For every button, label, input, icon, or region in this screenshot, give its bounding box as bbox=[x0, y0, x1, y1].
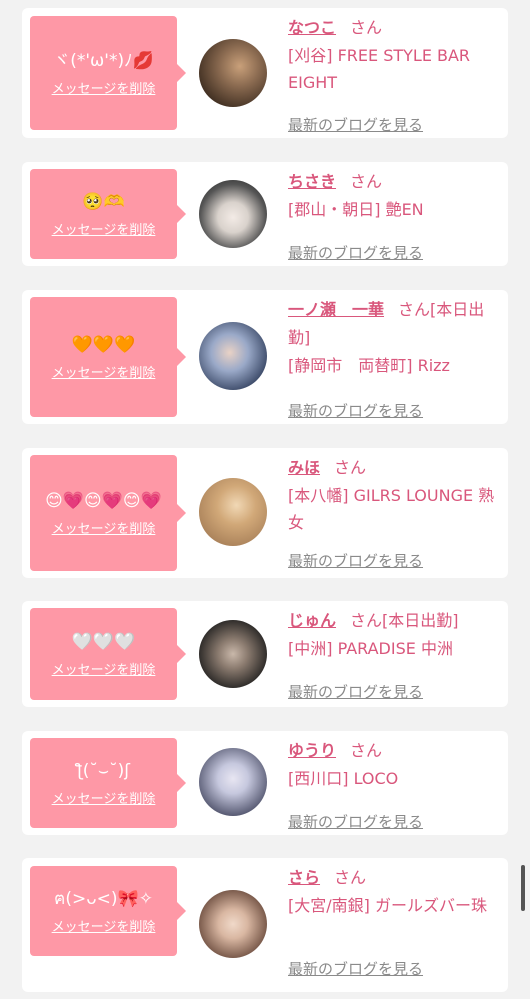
profile-name-link[interactable]: ゆうり bbox=[288, 741, 336, 760]
list-item: 😊💗😊💗😊💗 メッセージを削除 みほ さん [本八幡] GILRS LOUNGE … bbox=[22, 448, 508, 578]
profile-info: ゆうり さん [西川口] LOCO 最新のブログを見る bbox=[288, 737, 500, 832]
latest-blog-link[interactable]: 最新のブログを見る bbox=[288, 958, 423, 979]
shop-label: [静岡市 両替町] Rizz bbox=[288, 356, 450, 375]
avatar[interactable] bbox=[199, 39, 267, 107]
profile-info: なつこ さん [刈谷] FREE STYLE BAR EIGHT 最新のブログを見… bbox=[288, 14, 500, 135]
avatar[interactable] bbox=[199, 748, 267, 816]
profile-name-link[interactable]: 一ノ瀬 一華 bbox=[288, 300, 384, 319]
latest-blog-link[interactable]: 最新のブログを見る bbox=[288, 550, 423, 571]
latest-blog-link[interactable]: 最新のブログを見る bbox=[288, 681, 423, 702]
delete-message-link[interactable]: メッセージを削除 bbox=[52, 518, 156, 537]
profile-info: 一ノ瀬 一華 さん[本日出勤] [静岡市 両替町] Rizz 最新のブログを見る bbox=[288, 296, 500, 420]
message-text: ƪ(˘⌣˘)ʃ bbox=[77, 760, 130, 781]
profile-name-link[interactable]: ちさき bbox=[288, 172, 336, 191]
profile-info: じゅん さん[本日出勤] [中洲] PARADISE 中洲 最新のブログを見る bbox=[288, 607, 500, 703]
shop-label: [郡山・朝日] 艶EN bbox=[288, 200, 424, 219]
shop-label: [本八幡] GILRS LOUNGE 熟女 bbox=[288, 486, 495, 532]
delete-message-link[interactable]: メッセージを削除 bbox=[52, 788, 156, 807]
message-text: 🤍🤍🤍 bbox=[71, 631, 136, 652]
list-item: ƪ(˘⌣˘)ʃ メッセージを削除 ゆうり さん [西川口] LOCO 最新のブログ… bbox=[22, 731, 508, 835]
message-text: ฅ(>ᴗ<)🎀✧ bbox=[54, 888, 153, 909]
honorific-label: さん bbox=[398, 300, 431, 319]
delete-message-link[interactable]: メッセージを削除 bbox=[52, 916, 156, 935]
message-text: 🥺🫶 bbox=[82, 191, 125, 212]
message-bubble: 🥺🫶 メッセージを削除 bbox=[30, 169, 186, 259]
shop-label: [中洲] PARADISE 中洲 bbox=[288, 639, 453, 658]
avatar[interactable] bbox=[199, 478, 267, 546]
shop-label: [西川口] LOCO bbox=[288, 769, 399, 788]
list-item: ฅ(>ᴗ<)🎀✧ メッセージを削除 さら さん [大宮/南銀] ガールズバー珠 最… bbox=[22, 858, 508, 992]
message-text: 😊💗😊💗😊💗 bbox=[45, 490, 162, 511]
delete-message-link[interactable]: メッセージを削除 bbox=[52, 219, 156, 238]
profile-name-link[interactable]: みほ bbox=[288, 458, 320, 477]
latest-blog-link[interactable]: 最新のブログを見る bbox=[288, 114, 423, 135]
attendance-label: [本日出勤] bbox=[382, 611, 459, 630]
message-text: ヾ(*'ω'*)ﾉ💋 bbox=[53, 50, 154, 71]
avatar[interactable] bbox=[199, 890, 267, 958]
honorific-label: さん bbox=[350, 172, 383, 191]
latest-blog-link[interactable]: 最新のブログを見る bbox=[288, 400, 423, 421]
list-item: 🤍🤍🤍 メッセージを削除 じゅん さん[本日出勤] [中洲] PARADISE 中… bbox=[22, 601, 508, 707]
honorific-label: さん bbox=[350, 611, 383, 630]
shop-label: [刈谷] FREE STYLE BAR EIGHT bbox=[288, 46, 471, 92]
message-bubble: ฅ(>ᴗ<)🎀✧ メッセージを削除 bbox=[30, 866, 186, 956]
avatar[interactable] bbox=[199, 322, 267, 390]
scrollbar[interactable] bbox=[521, 865, 525, 911]
list-item: 🧡🧡🧡 メッセージを削除 一ノ瀬 一華 さん[本日出勤] [静岡市 両替町] Ri… bbox=[22, 290, 508, 424]
honorific-label: さん bbox=[350, 18, 383, 37]
message-bubble: 🧡🧡🧡 メッセージを削除 bbox=[30, 297, 186, 417]
latest-blog-link[interactable]: 最新のブログを見る bbox=[288, 811, 423, 832]
message-text: 🧡🧡🧡 bbox=[71, 334, 136, 355]
avatar[interactable] bbox=[199, 620, 267, 688]
delete-message-link[interactable]: メッセージを削除 bbox=[52, 78, 156, 97]
message-bubble: ヾ(*'ω'*)ﾉ💋 メッセージを削除 bbox=[30, 16, 186, 130]
honorific-label: さん bbox=[334, 458, 367, 477]
message-bubble: 🤍🤍🤍 メッセージを削除 bbox=[30, 608, 186, 700]
profile-info: みほ さん [本八幡] GILRS LOUNGE 熟女 最新のブログを見る bbox=[288, 454, 500, 572]
honorific-label: さん bbox=[334, 868, 367, 887]
profile-name-link[interactable]: さら bbox=[288, 868, 320, 887]
list-item: 🥺🫶 メッセージを削除 ちさき さん [郡山・朝日] 艶EN 最新のブログを見る bbox=[22, 162, 508, 266]
avatar[interactable] bbox=[199, 180, 267, 248]
message-bubble: 😊💗😊💗😊💗 メッセージを削除 bbox=[30, 455, 186, 571]
profile-name-link[interactable]: なつこ bbox=[288, 18, 336, 37]
honorific-label: さん bbox=[350, 741, 383, 760]
shop-label: [大宮/南銀] ガールズバー珠 bbox=[288, 896, 487, 915]
latest-blog-link[interactable]: 最新のブログを見る bbox=[288, 242, 423, 263]
delete-message-link[interactable]: メッセージを削除 bbox=[52, 362, 156, 381]
profile-info: さら さん [大宮/南銀] ガールズバー珠 最新のブログを見る bbox=[288, 864, 500, 988]
list-item: ヾ(*'ω'*)ﾉ💋 メッセージを削除 なつこ さん [刈谷] FREE STYL… bbox=[22, 8, 508, 138]
profile-info: ちさき さん [郡山・朝日] 艶EN 最新のブログを見る bbox=[288, 168, 500, 263]
profile-name-link[interactable]: じゅん bbox=[288, 611, 336, 630]
message-bubble: ƪ(˘⌣˘)ʃ メッセージを削除 bbox=[30, 738, 186, 828]
delete-message-link[interactable]: メッセージを削除 bbox=[52, 659, 156, 678]
